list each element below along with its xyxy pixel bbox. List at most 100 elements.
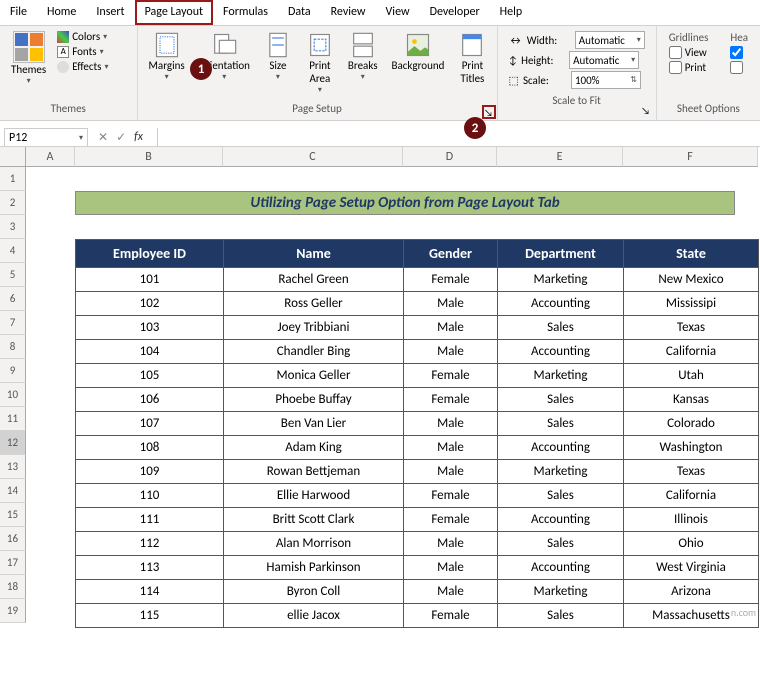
table-cell[interactable]: Washington [624,436,759,460]
table-row[interactable]: 107Ben Van LierMaleSalesColorado [76,412,759,436]
table-cell[interactable]: Male [404,340,498,364]
table-cell[interactable]: Texas [624,316,759,340]
table-cell[interactable]: Sales [498,316,624,340]
table-cell[interactable]: Monica Geller [224,364,404,388]
menu-view[interactable]: View [376,0,420,25]
row-header-15[interactable]: 15 [0,503,26,527]
row-header-7[interactable]: 7 [0,311,26,335]
row-header-19[interactable]: 19 [0,599,26,623]
formula-bar[interactable] [157,128,760,148]
table-cell[interactable]: Accounting [498,556,624,580]
table-cell[interactable]: 111 [76,508,224,532]
table-row[interactable]: 106Phoebe BuffayFemaleSalesKansas [76,388,759,412]
table-cell[interactable]: Adam King [224,436,404,460]
table-cell[interactable]: 102 [76,292,224,316]
row-header-5[interactable]: 5 [0,263,26,287]
row-header-3[interactable]: 3 [0,215,26,239]
row-header-17[interactable]: 17 [0,551,26,575]
table-cell[interactable]: ellie Jacox [224,604,404,628]
size-button[interactable]: Size▾ [259,28,297,85]
effects-button[interactable]: Effects▾ [57,60,108,73]
table-row[interactable]: 110Ellie HarwoodFemaleSalesCalifornia [76,484,759,508]
table-cell[interactable]: Male [404,556,498,580]
table-cell[interactable]: 115 [76,604,224,628]
table-cell[interactable]: 105 [76,364,224,388]
table-cell[interactable]: Male [404,436,498,460]
table-cell[interactable]: California [624,484,759,508]
table-cell[interactable]: Female [404,388,498,412]
width-select[interactable]: Automatic▾ [575,31,645,49]
table-cell[interactable]: Sales [498,532,624,556]
table-cell[interactable]: 106 [76,388,224,412]
table-row[interactable]: 101Rachel GreenFemaleMarketingNew Mexico [76,268,759,292]
headings-print-checkbox[interactable] [730,61,748,74]
menu-insert[interactable]: Insert [86,0,134,25]
table-cell[interactable]: Female [404,484,498,508]
table-cell[interactable]: 114 [76,580,224,604]
table-cell[interactable]: Texas [624,460,759,484]
table-cell[interactable]: Phoebe Buffay [224,388,404,412]
height-select[interactable]: Automatic▾ [569,51,639,69]
table-cell[interactable]: Britt Scott Clark [224,508,404,532]
gridlines-print-checkbox[interactable]: Print [669,61,709,74]
table-cell[interactable]: 108 [76,436,224,460]
table-cell[interactable]: Female [404,364,498,388]
table-cell[interactable]: Female [404,604,498,628]
table-cell[interactable]: 110 [76,484,224,508]
table-cell[interactable]: Sales [498,604,624,628]
table-cell[interactable]: Arizona [624,580,759,604]
row-header-6[interactable]: 6 [0,287,26,311]
table-cell[interactable]: Female [404,268,498,292]
table-cell[interactable]: Male [404,412,498,436]
table-cell[interactable]: West Virginia [624,556,759,580]
row-header-13[interactable]: 13 [0,455,26,479]
themes-button[interactable]: Themes ▾ [6,28,51,89]
row-header-11[interactable]: 11 [0,407,26,431]
table-cell[interactable]: Byron Coll [224,580,404,604]
table-row[interactable]: 115ellie JacoxFemaleSalesMassachusetts [76,604,759,628]
select-all-corner[interactable] [0,147,26,167]
table-row[interactable]: 112Alan MorrisonMaleSalesOhio [76,532,759,556]
margins-button[interactable]: Margins▾ [144,28,190,85]
table-cell[interactable]: Chandler Bing [224,340,404,364]
table-cell[interactable]: Ohio [624,532,759,556]
menu-file[interactable]: File [0,0,37,25]
menu-home[interactable]: Home [37,0,86,25]
scale-spinner[interactable]: 100%⇅ [571,71,641,89]
table-cell[interactable]: 112 [76,532,224,556]
gridlines-view-checkbox[interactable]: View [669,46,709,59]
colors-button[interactable]: Colors▾ [57,30,108,43]
col-header-B[interactable]: B [75,147,223,167]
table-cell[interactable]: 107 [76,412,224,436]
row-header-18[interactable]: 18 [0,575,26,599]
row-header-14[interactable]: 14 [0,479,26,503]
table-cell[interactable]: New Mexico [624,268,759,292]
menu-developer[interactable]: Developer [420,0,490,25]
table-cell[interactable]: Accounting [498,508,624,532]
row-header-12[interactable]: 12 [0,431,26,455]
menu-data[interactable]: Data [278,0,321,25]
menu-formulas[interactable]: Formulas [213,0,278,25]
print-titles-button[interactable]: Print Titles [453,28,491,88]
table-cell[interactable]: Mississipi [624,292,759,316]
menu-help[interactable]: Help [490,0,533,25]
col-header-E[interactable]: E [497,147,623,167]
table-cell[interactable]: Male [404,316,498,340]
table-cell[interactable]: Sales [498,484,624,508]
table-cell[interactable]: Marketing [498,268,624,292]
fx-icon[interactable]: fx [134,130,143,145]
col-header-F[interactable]: F [623,147,758,167]
table-row[interactable]: 111Britt Scott ClarkFemaleAccountingIlli… [76,508,759,532]
table-cell[interactable]: Alan Morrison [224,532,404,556]
table-cell[interactable]: Rachel Green [224,268,404,292]
table-row[interactable]: 113Hamish ParkinsonMaleAccountingWest Vi… [76,556,759,580]
table-cell[interactable]: Utah [624,364,759,388]
name-box[interactable]: P12▾ [4,128,88,148]
table-cell[interactable]: 109 [76,460,224,484]
table-cell[interactable]: Ben Van Lier [224,412,404,436]
table-cell[interactable]: Accounting [498,436,624,460]
row-header-10[interactable]: 10 [0,383,26,407]
enter-icon[interactable]: ✓ [116,130,126,145]
table-cell[interactable]: Joey Tribbiani [224,316,404,340]
row-header-9[interactable]: 9 [0,359,26,383]
